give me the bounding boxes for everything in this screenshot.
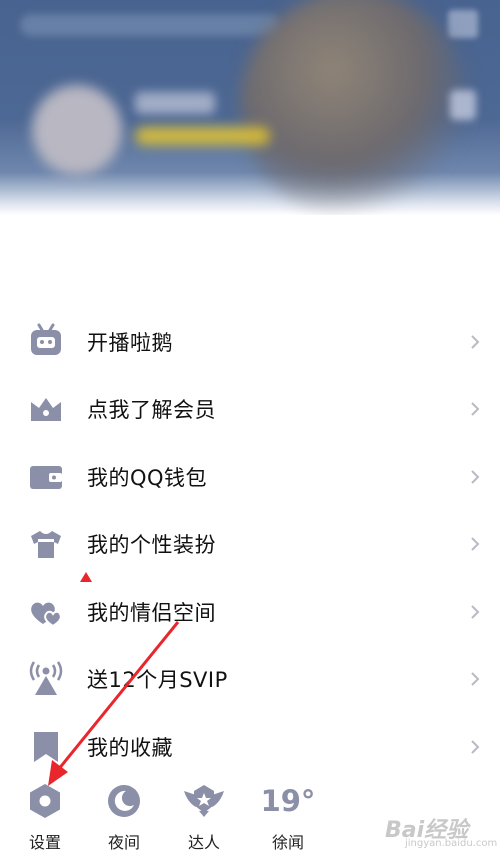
hearts-icon — [26, 592, 66, 632]
weather-button[interactable]: 19° 徐闻 — [253, 775, 323, 853]
menu-item-wallet[interactable]: 我的QQ钱包 — [0, 443, 500, 511]
settings-label: 设置 — [28, 833, 61, 852]
chevron-right-icon — [471, 672, 480, 686]
header-status-bar — [20, 14, 280, 36]
expert-label: 达人 — [187, 833, 220, 852]
night-label: 夜间 — [107, 833, 140, 852]
menu-item-theme[interactable]: 我的个性装扮 — [0, 511, 500, 579]
menu-item-label: 我的个性装扮 — [87, 533, 216, 558]
chevron-right-icon — [471, 537, 480, 551]
avatar[interactable] — [32, 85, 122, 175]
wallet-icon — [26, 457, 66, 497]
watermark-url: jingyan.baidu.com — [405, 838, 498, 849]
user-nickname — [135, 92, 215, 114]
moon-icon — [108, 785, 140, 817]
menu-item-label: 我的QQ钱包 — [87, 465, 208, 490]
menu-item-svip[interactable]: 送12个月SVIP — [0, 646, 500, 714]
menu-item-label: 我的收藏 — [87, 735, 173, 760]
menu-item-label: 我的情侣空间 — [87, 600, 216, 625]
menu-item-label: 点我了解会员 — [87, 398, 216, 423]
settings-gear-icon — [30, 784, 60, 818]
menu-item-couple[interactable]: 我的情侣空间 — [0, 578, 500, 646]
expert-button[interactable]: 达人 — [169, 775, 239, 853]
menu-item-vip[interactable]: 点我了解会员 — [0, 376, 500, 444]
menu-item-live[interactable]: 开播啦鹅 — [0, 308, 500, 376]
chevron-right-icon — [471, 335, 480, 349]
chevron-right-icon — [471, 470, 480, 484]
menu-item-label: 开播啦鹅 — [87, 330, 173, 355]
weather-city: 徐闻 — [271, 833, 304, 852]
menu-item-favorites[interactable]: 我的收藏 — [0, 713, 500, 781]
background-photo — [240, 0, 470, 215]
chevron-right-icon — [471, 402, 480, 416]
menu-item-label: 送12个月SVIP — [87, 668, 228, 693]
weather-temperature: 19° — [260, 784, 316, 818]
profile-header[interactable] — [0, 0, 500, 215]
tv-robot-icon — [26, 322, 66, 362]
night-mode-button[interactable]: 夜间 — [89, 775, 159, 853]
chevron-right-icon — [471, 605, 480, 619]
broadcast-tower-icon — [26, 659, 66, 699]
settings-button[interactable]: 设置 — [10, 775, 80, 853]
drawer-menu: 开播啦鹅 点我了解会员 我的QQ钱包 我的个性装扮 我的情侣空间 送12个月SV… — [0, 308, 500, 781]
crown-icon — [26, 389, 66, 429]
vip-badge[interactable] — [135, 127, 270, 145]
qr-code-icon[interactable] — [450, 90, 476, 120]
header-menu-icon[interactable] — [448, 10, 478, 38]
chevron-right-icon — [471, 740, 480, 754]
wings-badge-icon — [184, 785, 224, 817]
tshirt-icon — [26, 524, 66, 564]
bookmark-icon — [26, 727, 66, 767]
